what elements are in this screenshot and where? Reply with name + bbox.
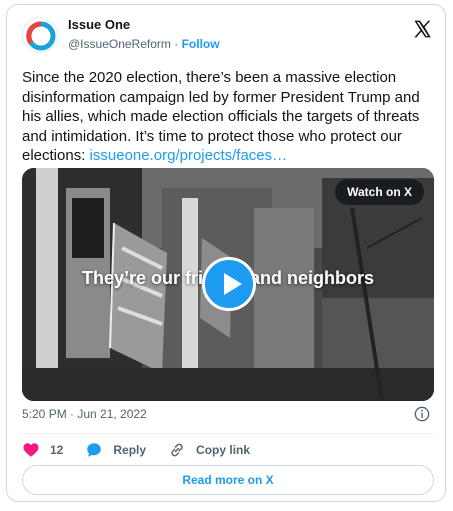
watch-on-x-button[interactable]: Watch on X <box>335 179 424 205</box>
tweet-link[interactable]: issueone.org/projects/faces… <box>90 147 288 164</box>
reply-label: Reply <box>113 443 147 457</box>
account-handle[interactable]: @IssueOneReform <box>68 37 171 51</box>
follow-button[interactable]: Follow <box>182 37 220 51</box>
play-icon[interactable] <box>202 257 256 311</box>
avatar[interactable] <box>22 17 58 53</box>
heart-icon <box>23 443 39 457</box>
separator-dot: · <box>174 37 179 51</box>
divider <box>22 433 434 434</box>
read-more-button[interactable]: Read more on X <box>22 465 434 495</box>
account-name[interactable]: Issue One <box>68 17 130 32</box>
copy-link-button[interactable]: Copy link <box>168 441 250 459</box>
tweet-timestamp[interactable]: 5:20 PM · Jun 21, 2022 <box>22 407 147 421</box>
reply-bubble-icon <box>87 443 102 457</box>
like-button[interactable]: 12 <box>22 441 63 459</box>
like-count: 12 <box>50 443 64 457</box>
action-bar: 12 Reply Copy link <box>22 439 272 461</box>
handle-row: @IssueOneReform · Follow <box>68 37 220 51</box>
tweet-text: Since the 2020 election, there’s been a … <box>22 68 434 166</box>
video-media[interactable]: Watch on X They’re our friends and neigh… <box>22 168 434 401</box>
info-icon[interactable] <box>414 406 430 422</box>
issue-one-logo-icon <box>26 21 56 51</box>
x-logo-icon[interactable] <box>412 19 432 39</box>
link-icon <box>171 443 183 457</box>
reply-button[interactable]: Reply <box>85 441 146 459</box>
tweet-header: Issue One @IssueOneReform · Follow <box>22 15 434 57</box>
tweet-card: Issue One @IssueOneReform · Follow Since… <box>6 4 446 502</box>
copy-link-label: Copy link <box>196 443 251 457</box>
